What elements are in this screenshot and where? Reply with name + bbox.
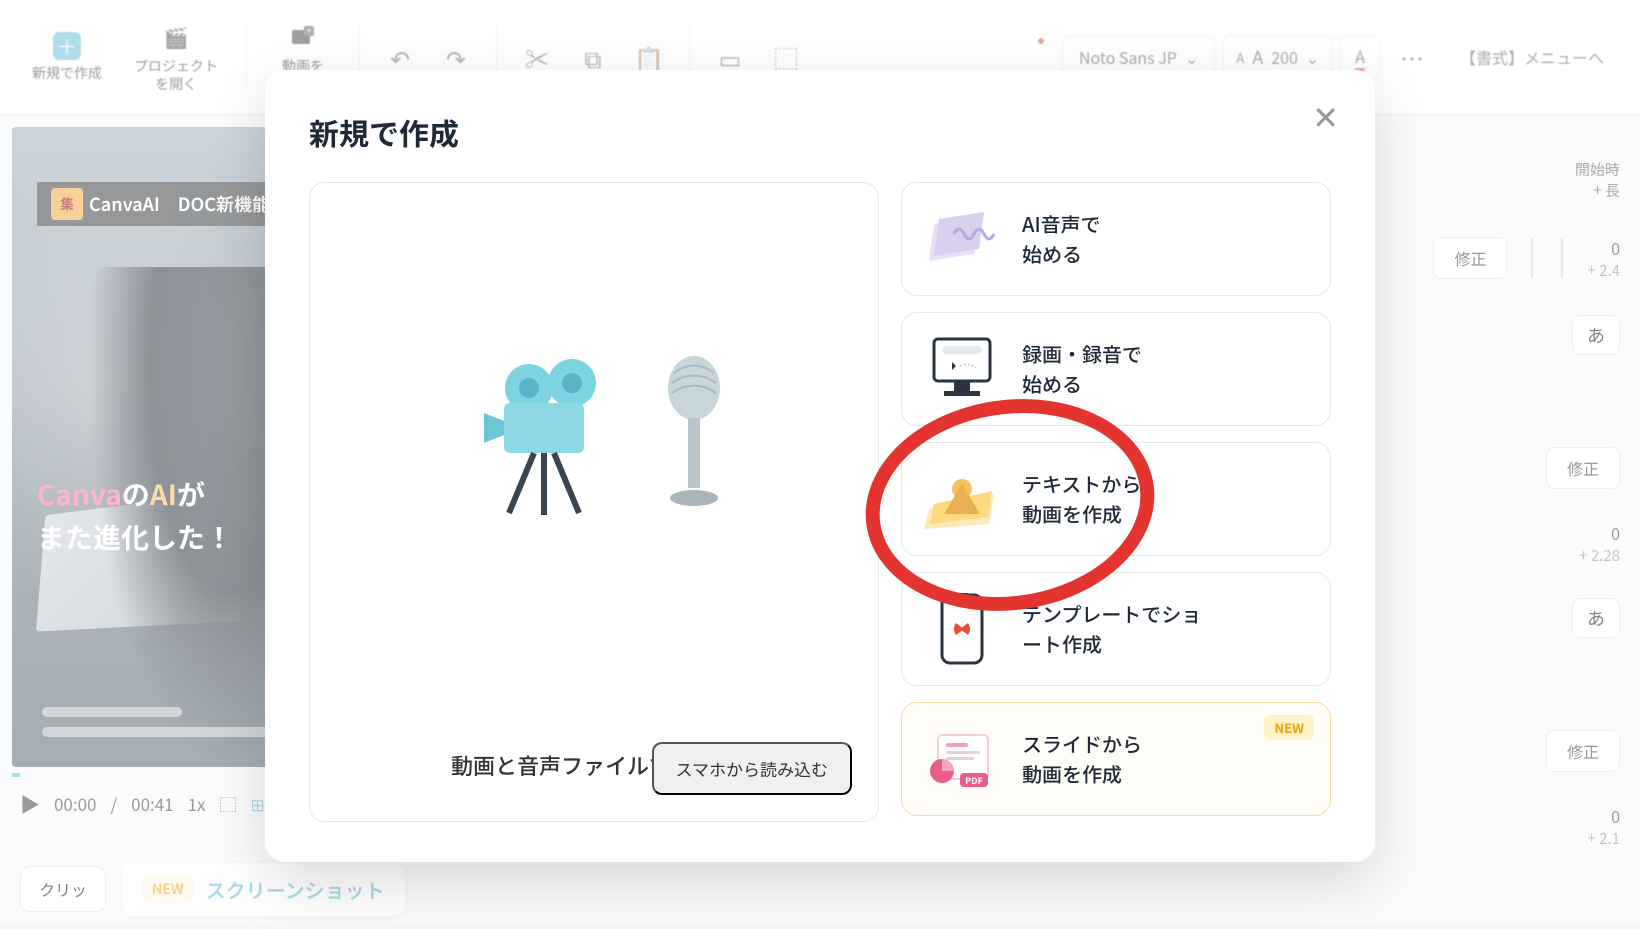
option-text-to-video[interactable]: テキストから 動画を作成	[901, 442, 1331, 556]
option-slides-to-video[interactable]: NEW PDF スライドから 動画を作成	[901, 702, 1331, 816]
import-phone-button[interactable]: スマホから読み込む	[652, 742, 853, 795]
record-icon	[924, 331, 1000, 407]
option-cards: AI音声で 始める 録画・録音で 始める テキストから 動画を作成	[901, 182, 1331, 822]
option-label: テキストから 動画を作成	[1022, 469, 1141, 529]
svg-text:PDF: PDF	[965, 774, 983, 787]
option-record[interactable]: 録画・録音で 始める	[901, 312, 1331, 426]
text-video-icon	[924, 461, 1000, 537]
ai-voice-icon	[924, 201, 1000, 277]
close-icon[interactable]: ✕	[1312, 100, 1339, 132]
option-label: スライドから 動画を作成	[1022, 729, 1142, 789]
main-upload-card[interactable]: 動画と音声ファイルで始める スマホから読み込む	[309, 182, 879, 822]
slides-icon: PDF	[924, 721, 1000, 797]
option-template-short[interactable]: テンプレートでショ ート作成	[901, 572, 1331, 686]
new-tag: NEW	[1264, 715, 1314, 740]
camera-mic-illustration-icon	[454, 343, 734, 523]
option-label: 録画・録音で 始める	[1022, 339, 1142, 399]
template-short-icon	[924, 591, 1000, 667]
option-label: テンプレートでショ ート作成	[1022, 599, 1201, 659]
modal-overlay: ✕ 新規で作成	[0, 0, 1640, 924]
modal-title: 新規で作成	[309, 110, 1331, 154]
new-create-modal: ✕ 新規で作成	[265, 70, 1375, 862]
option-label: AI音声で 始める	[1022, 209, 1101, 269]
option-ai-voice[interactable]: AI音声で 始める	[901, 182, 1331, 296]
